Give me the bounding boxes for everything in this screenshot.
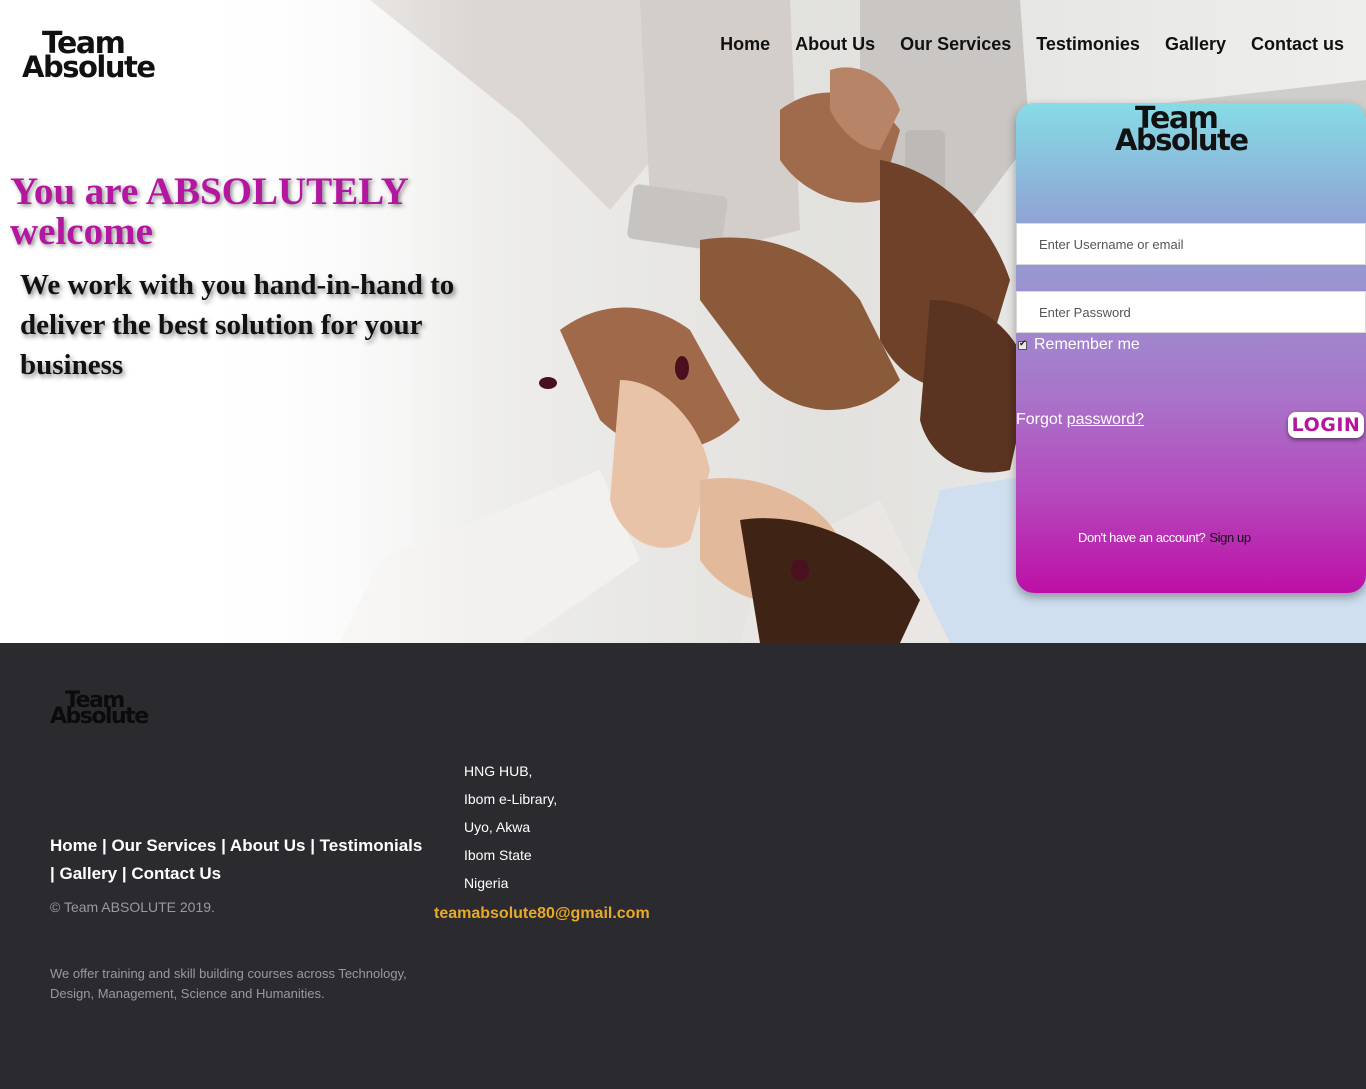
remember-me[interactable]: Remember me bbox=[1018, 336, 1140, 354]
nav-testimonies[interactable]: Testimonies bbox=[1036, 33, 1140, 55]
address-line: HNG HUB, bbox=[464, 763, 533, 779]
hero-headline: You are ABSOLUTELY welcome bbox=[10, 170, 408, 253]
login-card: Team Absolute Remember me Forgot passwor… bbox=[1016, 101, 1366, 593]
footer-link-gallery[interactable]: Gallery bbox=[59, 864, 117, 883]
footer-link-about-us[interactable]: About Us bbox=[230, 836, 306, 855]
address-line: Ibom e-Library, bbox=[464, 791, 558, 807]
footer: Team Absolute Home | Our Services | Abou… bbox=[0, 643, 1366, 1089]
nav-contact-us[interactable]: Contact us bbox=[1251, 33, 1344, 55]
footer-link-our-services[interactable]: Our Services bbox=[111, 836, 216, 855]
address-line: Uyo, Akwa bbox=[464, 819, 531, 835]
no-account-text: Don't have an account? bbox=[1078, 530, 1206, 545]
nav-home[interactable]: Home bbox=[720, 33, 770, 55]
password-input[interactable] bbox=[1016, 291, 1366, 333]
hero-subline: We work with you hand-in-hand to deliver… bbox=[20, 269, 455, 381]
footer-links: Home | Our Services | About Us | Testimo… bbox=[50, 836, 423, 883]
footer-logo-line2: Absolute bbox=[50, 704, 149, 729]
login-button[interactable]: LOGIN bbox=[1288, 412, 1364, 438]
nav-gallery[interactable]: Gallery bbox=[1165, 33, 1226, 55]
forgot-password-link[interactable]: password? bbox=[1067, 411, 1144, 428]
login-card-logo: Team Absolute bbox=[1115, 101, 1275, 157]
nav-about-us[interactable]: About Us bbox=[795, 33, 875, 55]
checkbox-check-icon[interactable] bbox=[1018, 339, 1027, 350]
login-logo-line2: Absolute bbox=[1115, 123, 1249, 157]
footer-link-home[interactable]: Home bbox=[50, 836, 97, 855]
signup-row: Don't have an account? Sign up bbox=[1078, 530, 1251, 545]
forgot-prefix: Forgot bbox=[1016, 411, 1067, 428]
brand-logo-line2: Absolute bbox=[22, 50, 156, 84]
footer-link-testimonials[interactable]: Testimonials bbox=[320, 836, 423, 855]
contact-email-link[interactable]: teamabsolute80@gmail.com bbox=[434, 905, 650, 923]
address-line: Nigeria bbox=[464, 875, 509, 891]
footer-logo: Team Absolute bbox=[50, 688, 170, 729]
footer-description: We offer training and skill building cou… bbox=[50, 966, 407, 1001]
address: HNG HUB, Ibom e-Library, Uyo, Akwa Ibom … bbox=[464, 757, 557, 897]
nav-our-services[interactable]: Our Services bbox=[900, 33, 1011, 55]
footer-link-contact-us[interactable]: Contact Us bbox=[131, 864, 221, 883]
hero-section: Team Absolute Home About Us Our Services… bbox=[0, 0, 1366, 643]
remember-me-label: Remember me bbox=[1034, 336, 1140, 353]
forgot-password-row: Forgot password? bbox=[1016, 411, 1144, 429]
brand-logo[interactable]: Team Absolute bbox=[22, 26, 182, 84]
address-line: Ibom State bbox=[464, 847, 532, 863]
username-input[interactable] bbox=[1016, 223, 1366, 265]
copyright: © Team ABSOLUTE 2019. bbox=[50, 899, 215, 915]
signup-link[interactable]: Sign up bbox=[1209, 530, 1251, 545]
main-nav: Home About Us Our Services Testimonies G… bbox=[695, 33, 1344, 55]
